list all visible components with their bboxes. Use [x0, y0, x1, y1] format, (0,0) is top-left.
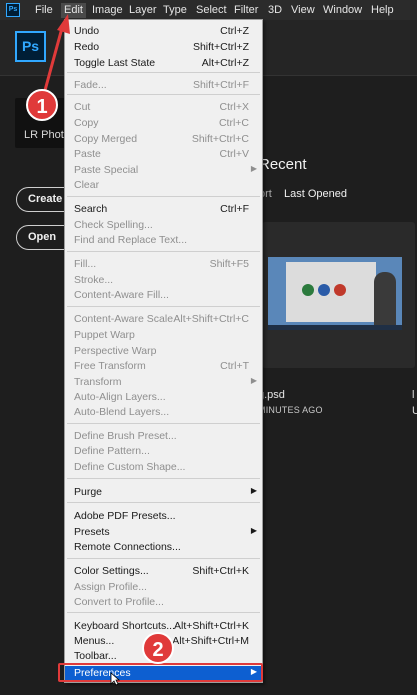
mouse-cursor-icon	[110, 672, 120, 686]
step-1-badge: 1	[26, 89, 58, 121]
step-2-badge: 2	[142, 632, 174, 664]
annotation-arrow	[42, 14, 70, 95]
